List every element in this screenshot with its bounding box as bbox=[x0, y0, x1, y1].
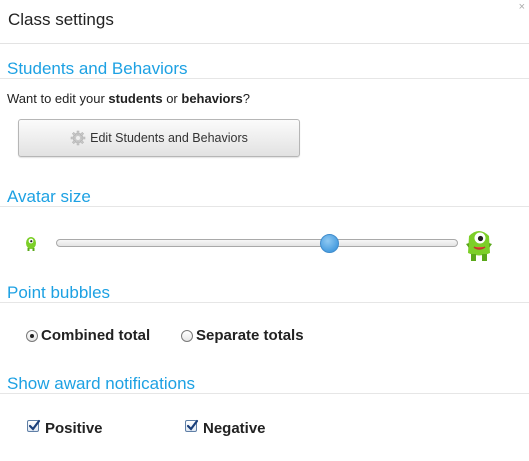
radio-combined-total[interactable]: Combined total bbox=[26, 327, 150, 344]
prompt-behaviors: behaviors bbox=[181, 91, 243, 106]
edit-students-behaviors-button[interactable]: Edit Students and Behaviors bbox=[18, 119, 300, 157]
close-icon[interactable]: × bbox=[519, 2, 525, 13]
avatar-size-slider-thumb[interactable] bbox=[320, 234, 340, 253]
dialog-title: Class settings bbox=[8, 10, 114, 29]
prompt-suffix: ? bbox=[242, 91, 251, 106]
section-heading-students: Students and Behaviors bbox=[7, 59, 188, 78]
checkmark-icon bbox=[186, 419, 199, 431]
radio-button-unselected[interactable] bbox=[181, 329, 193, 342]
section-heading-point-bubbles: Point bubbles bbox=[7, 283, 111, 302]
checkbox-label-positive: Positive bbox=[45, 420, 103, 437]
checkbox-checked[interactable] bbox=[185, 419, 199, 432]
section-heading-avatar-size: Avatar size bbox=[7, 187, 91, 206]
radio-button-selected[interactable] bbox=[26, 329, 38, 342]
prompt-students: students bbox=[108, 91, 163, 106]
section-divider bbox=[0, 78, 529, 79]
prompt-prefix: Want to edit your bbox=[7, 91, 109, 106]
edit-button-label: Edit Students and Behaviors bbox=[90, 131, 248, 145]
radio-label-separate-totals: Separate totals bbox=[196, 327, 304, 344]
radio-separate-totals[interactable]: Separate totals bbox=[181, 327, 304, 344]
checkbox-positive[interactable]: Positive bbox=[27, 419, 103, 437]
large-monster-icon bbox=[466, 231, 492, 261]
small-monster-icon bbox=[26, 237, 36, 251]
checkbox-negative[interactable]: Negative bbox=[185, 419, 266, 437]
checkbox-label-negative: Negative bbox=[203, 420, 266, 437]
dialog-titlebar: Class settings × bbox=[0, 0, 529, 44]
section-divider bbox=[0, 206, 529, 207]
checkbox-checked[interactable] bbox=[27, 419, 41, 432]
radio-label-combined-total: Combined total bbox=[41, 327, 151, 344]
section-heading-award-notifications: Show award notifications bbox=[7, 374, 196, 393]
avatar-size-slider-track[interactable] bbox=[56, 239, 458, 247]
checkmark-icon bbox=[28, 419, 41, 431]
edit-prompt: Want to edit your students or behaviors? bbox=[7, 91, 250, 106]
section-divider bbox=[0, 302, 529, 303]
section-divider bbox=[0, 393, 529, 394]
prompt-middle: or bbox=[162, 91, 182, 106]
gear-icon bbox=[70, 130, 86, 146]
